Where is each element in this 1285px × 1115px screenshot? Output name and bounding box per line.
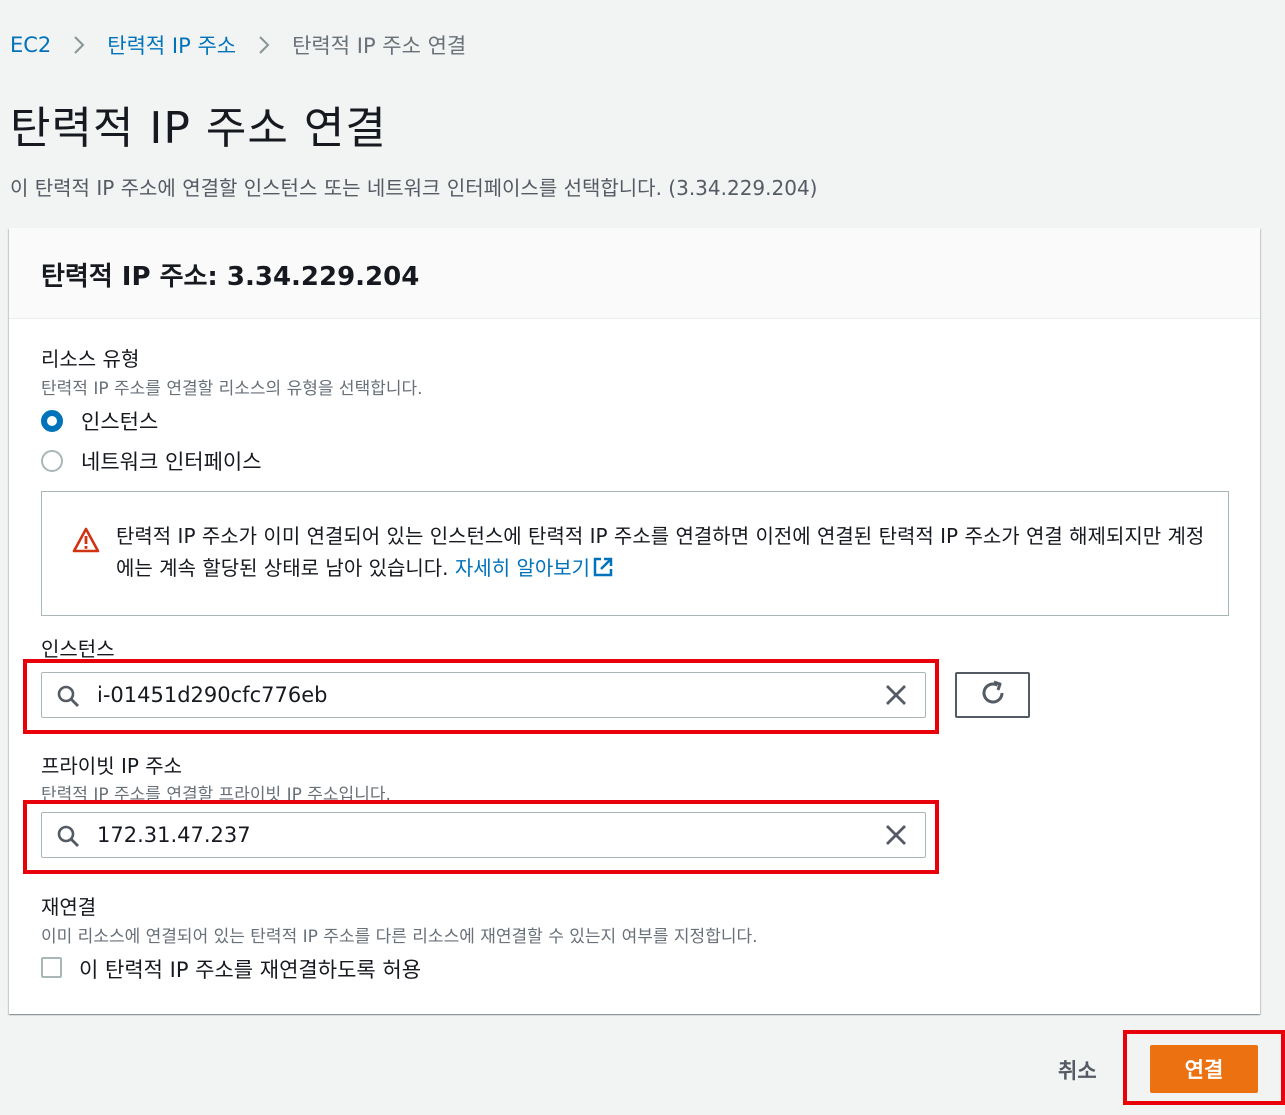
reassociation-label: 재연결	[41, 895, 97, 919]
refresh-icon	[979, 679, 1007, 711]
private-ip-value: 172.31.47.237	[97, 823, 251, 847]
associate-panel: 탄력적 IP 주소: 3.34.229.204 리소스 유형 탄력적 IP 주소…	[9, 228, 1260, 1014]
breadcrumb-ec2-link[interactable]: EC2	[10, 33, 51, 57]
allow-reassociation-label[interactable]: 이 탄력적 IP 주소를 재연결하도록 허용	[79, 954, 421, 984]
clear-icon[interactable]	[885, 684, 907, 710]
instance-search-input[interactable]: i-01451d290cfc776eb	[41, 672, 926, 718]
learn-more-label: 자세히 알아보기	[454, 556, 591, 580]
breadcrumb-elastic-ip-link[interactable]: 탄력적 IP 주소	[107, 30, 236, 60]
resource-type-label: 리소스 유형	[41, 347, 140, 371]
search-icon	[56, 824, 80, 852]
radio-label-network-interface: 네트워크 인터페이스	[81, 450, 262, 474]
warning-alert: 탄력적 IP 주소가 이미 연결되어 있는 인스턴스에 탄력적 IP 주소를 연…	[41, 491, 1229, 616]
panel-title: 탄력적 IP 주소: 3.34.229.204	[41, 262, 420, 292]
chevron-right-icon	[258, 35, 270, 55]
clear-icon[interactable]	[885, 824, 907, 850]
warning-icon	[72, 527, 100, 553]
radio-option-network-interface[interactable]: 네트워크 인터페이스	[41, 446, 262, 476]
radio-button-network-interface[interactable]	[41, 450, 63, 472]
external-link-icon	[593, 557, 613, 577]
chevron-right-icon	[73, 35, 85, 55]
instance-label: 인스턴스	[41, 637, 115, 661]
page-description: 이 탄력적 IP 주소에 연결할 인스턴스 또는 네트워크 인터페이스를 선택합…	[10, 176, 818, 200]
search-icon	[56, 684, 80, 712]
cancel-button[interactable]: 취소	[1058, 1055, 1097, 1085]
panel-header: 탄력적 IP 주소: 3.34.229.204	[9, 228, 1260, 319]
radio-option-instance[interactable]: 인스턴스	[41, 406, 158, 436]
learn-more-link[interactable]: 자세히 알아보기	[455, 556, 614, 580]
associate-button[interactable]: 연결	[1150, 1045, 1258, 1093]
alert-text: 탄력적 IP 주소가 이미 연결되어 있는 인스턴스에 탄력적 IP 주소를 연…	[116, 524, 1205, 580]
radio-button-instance[interactable]	[41, 410, 63, 432]
private-ip-description: 탄력적 IP 주소를 연결할 프라이빗 IP 주소입니다.	[41, 785, 391, 805]
resource-type-description: 탄력적 IP 주소를 연결할 리소스의 유형을 선택합니다.	[41, 379, 423, 399]
reassociation-description: 이미 리소스에 연결되어 있는 탄력적 IP 주소를 다른 리소스에 재연결할 …	[41, 927, 758, 947]
allow-reassociation-checkbox[interactable]	[41, 957, 62, 978]
breadcrumb-current: 탄력적 IP 주소 연결	[292, 34, 467, 58]
breadcrumb: EC2 탄력적 IP 주소 탄력적 IP 주소 연결	[10, 30, 466, 60]
private-ip-search-input[interactable]: 172.31.47.237	[41, 812, 926, 858]
refresh-button[interactable]	[955, 672, 1030, 718]
radio-label-instance: 인스턴스	[81, 410, 159, 434]
instance-value: i-01451d290cfc776eb	[97, 683, 328, 707]
page-title: 탄력적 IP 주소 연결	[10, 103, 387, 154]
private-ip-label: 프라이빗 IP 주소	[41, 754, 183, 778]
alert-message: 탄력적 IP 주소가 이미 연결되어 있는 인스턴스에 탄력적 IP 주소를 연…	[116, 520, 1206, 584]
